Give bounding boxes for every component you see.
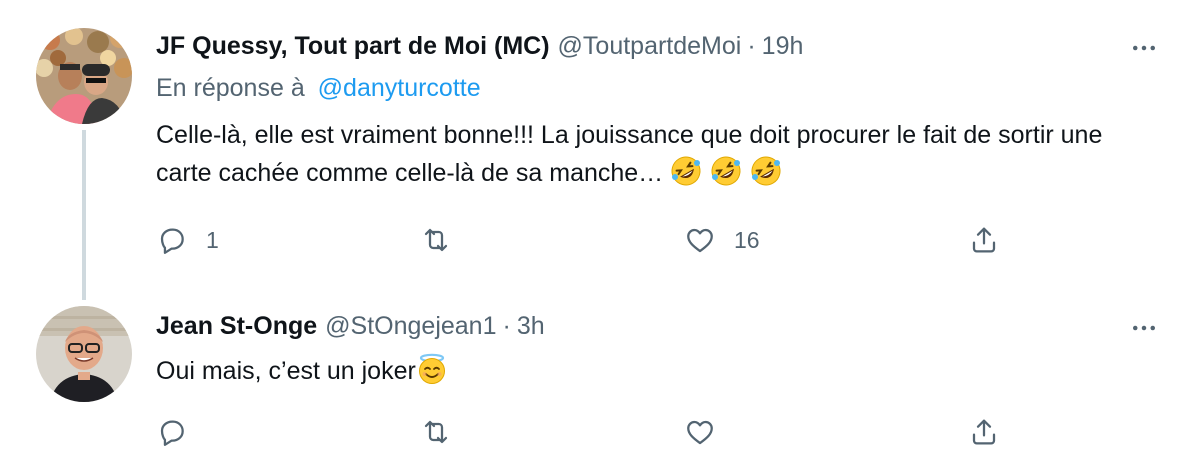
reply-prefix: En réponse à (156, 74, 305, 102)
tweet-actions: 1 16 (156, 220, 1056, 260)
tweet[interactable]: JF Quessy, Tout part de Moi (MC) @Toutpa… (0, 0, 1202, 300)
reply-to-handle[interactable]: @danyturcotte (318, 74, 481, 102)
more-button[interactable] (1126, 30, 1162, 66)
avatar[interactable] (36, 28, 132, 124)
reply-icon (160, 420, 184, 446)
like-icon (687, 228, 713, 253)
like-count: 16 (734, 226, 760, 253)
rolling-on-floor-laughing-emoji (711, 156, 741, 186)
more-button[interactable] (1126, 310, 1162, 346)
user-handle[interactable]: @ToutpartdeMoi (558, 32, 742, 61)
thread-line (82, 130, 86, 300)
rolling-on-floor-laughing-emoji (751, 156, 781, 186)
reply-count: 1 (206, 226, 219, 253)
like-button[interactable]: 16 (684, 220, 760, 260)
rolling-on-floor-laughing-emoji (671, 156, 701, 186)
reply-context: En réponse à @danyturcotte (156, 74, 481, 103)
retweet-button[interactable] (420, 220, 470, 260)
display-name[interactable]: JF Quessy, Tout part de Moi (MC) (156, 32, 550, 61)
tweet-text-content: Oui mais, c’est un joker (156, 357, 416, 385)
retweet-icon (424, 228, 448, 252)
retweet-icon (424, 420, 448, 444)
share-button[interactable] (968, 412, 1000, 452)
tweet-text: Oui mais, c’est un joker (156, 352, 1146, 390)
avatar[interactable] (36, 306, 132, 402)
smiling-face-with-halo-emoji (418, 353, 445, 384)
user-handle[interactable]: @StOngejean1 (325, 312, 496, 341)
reply-button[interactable]: 1 (156, 220, 219, 260)
share-button[interactable] (968, 220, 1000, 260)
timestamp[interactable]: 19h (762, 32, 804, 61)
separator-dot: · (502, 311, 511, 340)
like-icon (687, 420, 713, 445)
like-button[interactable] (684, 412, 734, 452)
more-icon (1133, 45, 1155, 51)
tweet-header: JF Quessy, Tout part de Moi (MC) @Toutpa… (156, 28, 803, 64)
share-icon (972, 227, 996, 253)
timestamp[interactable]: 3h (517, 312, 545, 341)
display-name[interactable]: Jean St-Onge (156, 312, 317, 341)
tweet-text-content: Celle-là, elle est vraiment bonne!!! La … (156, 121, 1103, 187)
share-icon (972, 419, 996, 445)
tweet-text: Celle-là, elle est vraiment bonne!!! La … (156, 116, 1146, 192)
reply-icon (160, 228, 184, 254)
retweet-button[interactable] (420, 412, 470, 452)
more-icon (1133, 325, 1155, 331)
reply-button[interactable] (156, 412, 206, 452)
tweet-actions (156, 412, 1056, 452)
tweet-header: Jean St-Onge @StOngejean1 · 3h (156, 308, 545, 344)
separator-dot: · (747, 31, 756, 60)
